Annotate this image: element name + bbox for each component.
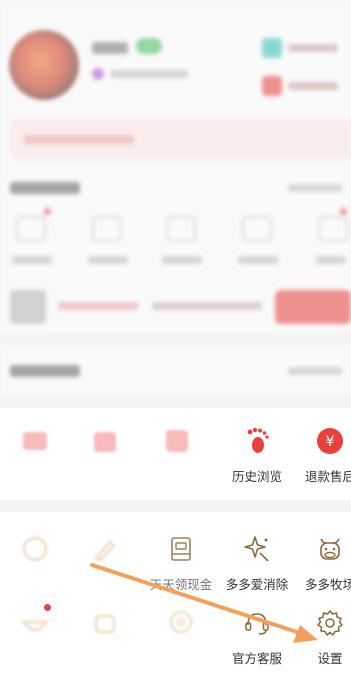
follow-icon bbox=[166, 430, 188, 452]
bowl-icon bbox=[21, 620, 49, 632]
tool-messages[interactable] bbox=[0, 426, 70, 466]
orders-title bbox=[10, 182, 80, 194]
level-text bbox=[110, 70, 188, 78]
tool-history[interactable]: 历史浏览 bbox=[222, 426, 292, 485]
orders-more-link[interactable] bbox=[288, 184, 342, 192]
tool-label: 历史浏览 bbox=[231, 469, 282, 484]
orders-section bbox=[0, 172, 351, 332]
order-pending-ship-icon[interactable] bbox=[166, 216, 196, 242]
side-link-2-label bbox=[288, 82, 338, 90]
cash-box-icon bbox=[171, 537, 191, 561]
tool-follow[interactable] bbox=[142, 426, 212, 466]
promo-button[interactable] bbox=[275, 290, 351, 324]
coin-icon bbox=[22, 536, 48, 562]
order-label bbox=[316, 256, 346, 264]
order-pending-receive-icon[interactable] bbox=[242, 216, 272, 242]
tool-customer-service[interactable]: 官方客服 bbox=[222, 608, 292, 667]
side-link-2[interactable] bbox=[262, 76, 342, 96]
order-badge bbox=[340, 208, 347, 215]
tool-refund[interactable]: ¥ 退款售后 bbox=[295, 426, 351, 485]
tools-grid-row-1: 历史浏览 ¥ 退款售后 bbox=[0, 408, 351, 500]
tool-label: 多多牧场 bbox=[304, 577, 351, 592]
nickname bbox=[92, 42, 128, 54]
tool-label: 退款售后 bbox=[304, 469, 351, 484]
promo-subtext bbox=[152, 302, 262, 310]
tool-farm[interactable]: 多多牧场 bbox=[295, 534, 351, 593]
tool-label: 设置 bbox=[317, 651, 343, 666]
notification-dot bbox=[44, 604, 51, 611]
tool-daily-cash[interactable]: 天天领现金 bbox=[146, 534, 216, 593]
tool-stores[interactable] bbox=[70, 426, 140, 466]
tool-label: 天天领现金 bbox=[149, 577, 213, 592]
level-icon bbox=[92, 68, 104, 80]
order-label bbox=[238, 256, 278, 264]
profile-card bbox=[0, 0, 351, 180]
vip-banner[interactable] bbox=[10, 118, 351, 160]
location-icon bbox=[169, 610, 193, 634]
order-label bbox=[88, 256, 128, 264]
refund-icon: ¥ bbox=[317, 428, 343, 454]
tools-grid-row-2: 天天领现金 多多爱消除 多多牧场 官方客服 设置 bbox=[0, 512, 351, 677]
avatar[interactable] bbox=[9, 30, 79, 100]
order-pending-pay-icon[interactable] bbox=[16, 216, 46, 242]
promo-thumbnail bbox=[10, 290, 46, 324]
promo-text bbox=[58, 302, 138, 310]
wechat-badge bbox=[136, 38, 162, 54]
side-link-1-icon bbox=[262, 38, 282, 58]
svg-text:¥: ¥ bbox=[326, 434, 335, 450]
tool-bowl[interactable] bbox=[0, 608, 70, 648]
footprint-icon bbox=[247, 427, 269, 453]
headset-icon bbox=[245, 613, 269, 635]
side-link-1[interactable] bbox=[262, 38, 342, 58]
pen-icon bbox=[93, 540, 116, 562]
store-icon bbox=[94, 432, 116, 452]
tools-title bbox=[10, 365, 80, 377]
side-link-1-label bbox=[288, 44, 338, 52]
tool-address[interactable] bbox=[146, 608, 216, 648]
tools-more-link[interactable] bbox=[288, 367, 342, 375]
order-review-icon[interactable] bbox=[318, 216, 348, 242]
message-icon bbox=[23, 432, 47, 450]
tool-sign[interactable] bbox=[70, 534, 140, 574]
tool-label: 官方客服 bbox=[231, 651, 282, 666]
order-label bbox=[12, 256, 52, 264]
side-link-2-icon bbox=[262, 76, 282, 96]
tool-settings[interactable]: 设置 bbox=[295, 608, 351, 667]
order-label bbox=[162, 256, 202, 264]
order-pending-share-icon[interactable] bbox=[92, 216, 122, 242]
tool-label: 多多爱消除 bbox=[225, 577, 289, 592]
tool-elimination-game[interactable]: 多多爱消除 bbox=[222, 534, 292, 593]
tool-coins[interactable] bbox=[0, 534, 70, 574]
order-badge bbox=[44, 208, 51, 215]
sparkle-icon bbox=[244, 536, 269, 562]
vip-banner-text bbox=[24, 135, 134, 144]
gear-icon bbox=[317, 610, 343, 636]
tools-section-header bbox=[0, 345, 351, 395]
pot-icon bbox=[94, 614, 116, 634]
tool-pot[interactable] bbox=[70, 608, 140, 648]
cow-icon bbox=[320, 538, 340, 560]
